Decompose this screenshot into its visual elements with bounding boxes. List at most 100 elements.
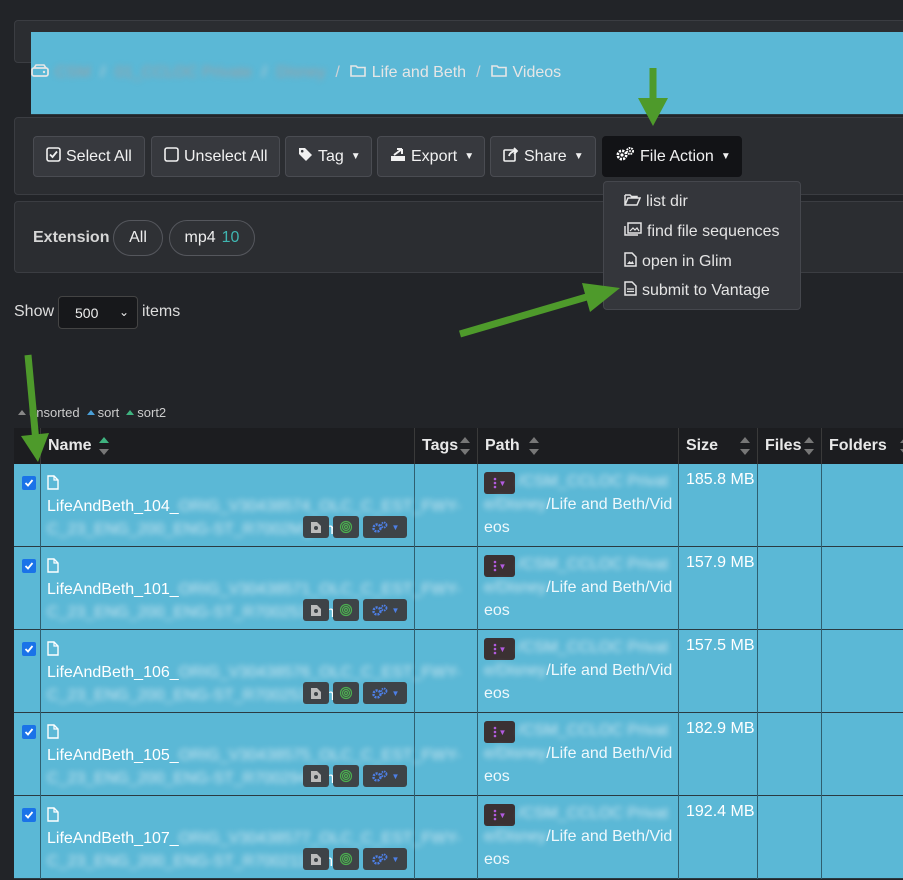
- row-file-action-button[interactable]: ▼: [363, 599, 407, 621]
- path-cell: ▼ /CSM_CCLOC Private/Disney/Life and Bet…: [478, 547, 679, 630]
- column-header-path[interactable]: Path: [478, 428, 679, 464]
- table-row[interactable]: LifeAndBeth_107_ORIG_V30438577_OLC_C_EST…: [14, 796, 903, 879]
- row-checkbox[interactable]: [22, 808, 36, 822]
- name-cell: LifeAndBeth_104_ORIG_V30438574_OLC_C_EST…: [41, 464, 461, 547]
- fingerprint-button[interactable]: [333, 599, 359, 621]
- file-icon: [47, 558, 59, 573]
- folders-cell: [822, 713, 903, 796]
- row-file-action-button[interactable]: ▼: [363, 765, 407, 787]
- sort-arrows-icon: [460, 437, 470, 455]
- table-row[interactable]: LifeAndBeth_105_ORIG_V30438575_OLC_C_EST…: [14, 713, 903, 796]
- file-viewer-button[interactable]: [303, 516, 329, 538]
- file-name-prefix: LifeAndBeth_101_: [47, 581, 179, 598]
- row-checkbox[interactable]: [22, 725, 36, 739]
- file-image-icon: [624, 252, 637, 272]
- extension-all-pill[interactable]: All: [113, 220, 163, 256]
- row-file-action-button[interactable]: ▼: [363, 848, 407, 870]
- row-checkbox[interactable]: [22, 642, 36, 656]
- file-size: 182.9 MB: [686, 720, 755, 737]
- folders-cell: [822, 547, 903, 630]
- menu-item-submit-to-vantage[interactable]: submit to Vantage: [624, 281, 770, 301]
- breadcrumb-segment-life-and-beth[interactable]: Life and Beth: [372, 64, 466, 82]
- folders-cell: [822, 796, 903, 879]
- fingerprint-icon: [339, 769, 353, 783]
- menu-item-label: list dir: [646, 193, 688, 210]
- menu-item-open-in-glim[interactable]: open in Glim: [624, 252, 732, 272]
- name-cell: LifeAndBeth_105_ORIG_V30438575_OLC_C_EST…: [41, 713, 461, 796]
- breadcrumb-separator: /: [335, 64, 340, 81]
- file-path[interactable]: /CSM_CCLOC Private/Disney/Life and Beth/…: [484, 802, 674, 871]
- file-size: 157.9 MB: [686, 554, 755, 571]
- row-file-action-button[interactable]: ▼: [363, 682, 407, 704]
- files-cell: [758, 630, 822, 713]
- caret-down-icon: ▼: [573, 151, 584, 162]
- unsorted-icon: [18, 410, 26, 415]
- file-size: 192.4 MB: [686, 803, 755, 820]
- fingerprint-button[interactable]: [333, 682, 359, 704]
- select-all-label: Select All: [66, 147, 132, 165]
- extension-count-badge: 10: [221, 229, 240, 246]
- tags-cell: [415, 713, 478, 796]
- menu-item-list-dir[interactable]: list dir: [624, 193, 688, 211]
- column-header-label: Tags: [422, 437, 459, 454]
- items-label: items: [142, 303, 181, 320]
- breadcrumb-segment-disney[interactable]: Disney: [276, 64, 325, 82]
- tags-cell: [415, 464, 478, 547]
- file-user-icon: [311, 687, 321, 699]
- breadcrumb-root[interactable]: CSM: [55, 64, 91, 82]
- name-cell: LifeAndBeth_107_ORIG_V30438577_OLC_C_EST…: [41, 796, 461, 879]
- row-checkbox[interactable]: [22, 476, 36, 490]
- images-icon: [624, 222, 642, 241]
- folder-icon: [349, 64, 366, 82]
- select-all-button[interactable]: Select All: [33, 136, 145, 177]
- row-file-action-button[interactable]: ▼: [363, 516, 407, 538]
- table-row[interactable]: LifeAndBeth_101_ORIG_V30438571_OLC_C_EST…: [14, 547, 903, 630]
- column-header-files[interactable]: Files: [758, 428, 822, 464]
- tag-button[interactable]: Tag ▼: [285, 136, 372, 177]
- menu-item-find-file-sequences[interactable]: find file sequences: [624, 222, 780, 241]
- column-header-folders[interactable]: Folders: [822, 428, 903, 464]
- file-name-prefix: LifeAndBeth_104_: [47, 498, 179, 515]
- breadcrumb-segment-private[interactable]: 01_CCLOC Private: [115, 64, 252, 82]
- column-header-size[interactable]: Size: [679, 428, 758, 464]
- file-viewer-button[interactable]: [303, 682, 329, 704]
- sort2-icon: [126, 410, 135, 415]
- size-cell: 182.9 MB: [679, 713, 758, 796]
- file-path[interactable]: /CSM_CCLOC Private/Disney/Life and Beth/…: [484, 553, 674, 622]
- export-button[interactable]: Export ▼: [377, 136, 485, 177]
- fingerprint-button[interactable]: [333, 765, 359, 787]
- file-name-prefix: LifeAndBeth_107_: [47, 830, 179, 847]
- pill-label: All: [129, 229, 147, 246]
- column-header-name[interactable]: Name: [41, 428, 415, 464]
- unselect-all-button[interactable]: Unselect All: [151, 136, 280, 177]
- path-cell: ▼ /CSM_CCLOC Private/Disney/Life and Bet…: [478, 464, 679, 547]
- file-size: 157.5 MB: [686, 637, 755, 654]
- fingerprint-icon: [339, 686, 353, 700]
- row-checkbox[interactable]: [22, 559, 36, 573]
- caret-down-icon: ▼: [391, 854, 400, 864]
- breadcrumb-separator: /: [476, 64, 481, 81]
- page-size-select[interactable]: 500 ⌄: [58, 296, 138, 329]
- drive-icon: [31, 63, 49, 83]
- fingerprint-button[interactable]: [333, 848, 359, 870]
- cogs-icon: [615, 146, 635, 167]
- caret-down-icon: ▼: [464, 151, 475, 162]
- extension-label: Extension: [33, 229, 110, 246]
- table-row[interactable]: LifeAndBeth_104_ORIG_V30438574_OLC_C_EST…: [14, 464, 903, 547]
- file-viewer-button[interactable]: [303, 599, 329, 621]
- breadcrumb-segment-videos[interactable]: Videos: [513, 64, 562, 82]
- file-viewer-button[interactable]: [303, 765, 329, 787]
- column-header-tags[interactable]: Tags: [415, 428, 478, 464]
- size-cell: 192.4 MB: [679, 796, 758, 879]
- file-action-button[interactable]: File Action ▼: [602, 136, 742, 177]
- table-row[interactable]: LifeAndBeth_106_ORIG_V30438576_OLC_C_EST…: [14, 630, 903, 713]
- empty-square-icon: [164, 146, 179, 167]
- file-path[interactable]: /CSM_CCLOC Private/Disney/Life and Beth/…: [484, 636, 674, 705]
- file-viewer-button[interactable]: [303, 848, 329, 870]
- file-path[interactable]: /CSM_CCLOC Private/Disney/Life and Beth/…: [484, 470, 674, 539]
- fingerprint-button[interactable]: [333, 516, 359, 538]
- extension-mp4-pill[interactable]: mp4 10: [169, 220, 255, 256]
- share-button[interactable]: Share ▼: [490, 136, 596, 177]
- caret-down-icon: ▼: [391, 605, 400, 615]
- file-path[interactable]: /CSM_CCLOC Private/Disney/Life and Beth/…: [484, 719, 674, 788]
